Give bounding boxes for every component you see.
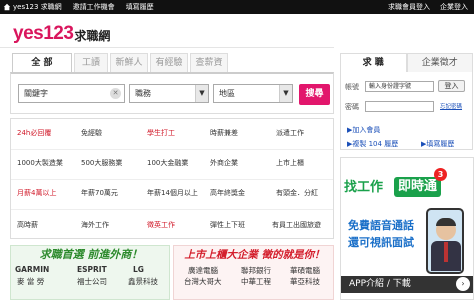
tab-parttime[interactable]: 工讀 <box>74 53 108 73</box>
category-link[interactable]: 時薪兼差 <box>210 128 238 138</box>
category-link[interactable]: 派遣工作 <box>276 128 304 138</box>
logo-brand: yes123 <box>13 23 74 44</box>
category-link[interactable]: 有員工出國旅遊 <box>272 220 321 230</box>
home-link[interactable]: yes123 求職網 <box>3 2 73 12</box>
clear-icon[interactable]: ✕ <box>110 88 121 99</box>
ad-company[interactable]: 台灣大哥大 <box>184 276 222 287</box>
person-hair <box>436 218 456 226</box>
category-link[interactable]: 1000大製造業 <box>17 158 63 168</box>
tab-jobseeker[interactable]: 求 職 <box>340 53 407 73</box>
category-link[interactable]: 年薪70萬元 <box>81 188 118 198</box>
phone-illustration <box>426 208 464 274</box>
ad-company[interactable]: GARMIN <box>15 265 49 274</box>
person-tie <box>444 242 448 262</box>
category-select[interactable]: 職務 ▼ <box>129 84 209 103</box>
divider <box>11 149 333 150</box>
tab-experienced[interactable]: 有經驗 <box>150 53 188 73</box>
ad-company[interactable]: 福士公司 <box>77 276 107 287</box>
divider <box>11 179 333 180</box>
forgot-password-link[interactable]: 忘記密碼 <box>440 102 462 110</box>
category-link[interactable]: 徵英工作 <box>147 220 175 230</box>
tab-fresh[interactable]: 新鮮人 <box>110 53 148 73</box>
category-link[interactable]: 上市上櫃 <box>276 158 304 168</box>
app-download-text: APP介紹 / 下載 <box>349 279 411 289</box>
ad-company[interactable]: LG <box>133 265 144 274</box>
login-tabs: 求 職 企業徵才 <box>340 53 473 73</box>
login-button[interactable]: 登入 <box>438 80 465 92</box>
tab-all[interactable]: 全 部 <box>12 53 72 73</box>
category-link[interactable]: 學生打工 <box>147 128 175 138</box>
foreign-company-ad[interactable]: 求職首選 前進外商！ GARMIN ESPRIT LG 麥 當 勞 福士公司 鑫… <box>10 245 170 300</box>
banner-line2: 還可視訊面試 <box>348 236 414 249</box>
password-label: 密碼 <box>345 103 359 111</box>
ad-title: 求職首選 前進外商！ <box>39 248 143 261</box>
brand-link[interactable]: yes123 求職網 <box>13 2 62 12</box>
ad-title: 上市上櫃大企業 徵的就是你！ <box>184 249 325 261</box>
top-bar: yes123 求職網 邀請工作機會 填寫履歷 求職會員登入 企業登入 <box>0 0 474 14</box>
area-text: 地區 <box>219 89 235 98</box>
password-input[interactable] <box>365 101 434 112</box>
ad-company[interactable]: 廣達電腦 <box>188 265 218 276</box>
category-link[interactable]: 海外工作 <box>81 220 109 230</box>
copy-104-resume-link[interactable]: ▶複製 104 履歷 <box>347 139 398 149</box>
ad-area: 求職首選 前進外商！ GARMIN ESPRIT LG 麥 當 勞 福士公司 鑫… <box>10 245 334 300</box>
company-login-link[interactable]: 企業登入 <box>440 2 468 12</box>
category-link[interactable]: 24h必回覆 <box>17 128 51 138</box>
search-button[interactable]: 搜尋 <box>299 84 330 105</box>
search-tabs: 全 部 工讀 新鮮人 有經驗 查薪資 <box>12 53 230 73</box>
category-link[interactable]: 高年終獎金 <box>210 188 245 198</box>
ad-company[interactable]: 中華工程 <box>241 276 271 287</box>
area-select[interactable]: 地區 ▼ <box>213 84 293 103</box>
listed-company-ad[interactable]: 上市上櫃大企業 徵的就是你！ 廣達電腦 聯邦銀行 華碩電腦 台灣大哥大 中華工程… <box>173 245 334 300</box>
fill-resume-link[interactable]: ▶填寫履歷 <box>421 139 454 149</box>
app-download-link[interactable]: APP介紹 / 下載 › <box>341 276 473 293</box>
ad-company[interactable]: 聯邦銀行 <box>241 265 271 276</box>
category-link[interactable]: 有頭金．分紅 <box>276 188 318 198</box>
notification-badge: 3 <box>434 168 447 181</box>
category-grid: 24h必回覆 免經驗 學生打工 時薪兼差 派遣工作 1000大製造業 500大服… <box>10 118 334 239</box>
category-text: 職務 <box>135 89 151 98</box>
banner-instant: 即時通 <box>394 177 441 197</box>
category-link[interactable]: 500大服務業 <box>81 158 122 168</box>
banner-find-job: 找工作 <box>344 180 384 195</box>
app-banner[interactable]: 找工作 即時通 3 免費語音通話 還可視訊面試 APP介紹 / 下載 › <box>340 157 474 300</box>
tab-employer[interactable]: 企業徵才 <box>406 53 473 73</box>
divider <box>11 209 333 210</box>
keyword-text: 關鍵字 <box>24 89 48 98</box>
category-link[interactable]: 彈性上下班 <box>210 220 245 230</box>
category-link[interactable]: 100大金融業 <box>147 158 188 168</box>
home-icon <box>3 3 11 11</box>
account-input[interactable]: 輸入身份證字號 <box>365 81 434 92</box>
site-logo[interactable]: yes123 求職網 <box>13 22 110 44</box>
login-panel: 帳號 輸入身份證字號 登入 密碼 忘記密碼 ▶加入會員 ▶複製 104 履歷 ▶… <box>340 72 473 150</box>
category-link[interactable]: 年薪14個月以上 <box>147 188 198 198</box>
invite-jobs-link[interactable]: 邀請工作機會 <box>73 2 115 12</box>
tab-salary[interactable]: 查薪資 <box>190 53 228 73</box>
ad-company[interactable]: ESPRIT <box>77 265 107 274</box>
fill-resume-link[interactable]: 填寫履歷 <box>126 2 154 12</box>
chevron-down-icon: ▼ <box>279 85 292 102</box>
logo-suffix: 求職網 <box>74 29 111 43</box>
ad-company[interactable]: 華亞科技 <box>290 276 320 287</box>
divider <box>0 47 334 48</box>
ad-company[interactable]: 鑫景科技 <box>128 276 158 287</box>
banner-line1: 免費語音通話 <box>348 219 414 232</box>
account-label: 帳號 <box>345 83 359 91</box>
join-member-link[interactable]: ▶加入會員 <box>347 125 380 135</box>
keyword-input[interactable]: 關鍵字 ✕ <box>18 84 125 103</box>
search-panel: 關鍵字 ✕ 職務 ▼ 地區 ▼ 搜尋 <box>10 72 334 114</box>
chevron-down-icon: ▼ <box>195 85 208 102</box>
ad-company[interactable]: 華碩電腦 <box>290 265 320 276</box>
member-login-link[interactable]: 求職會員登入 <box>388 2 430 12</box>
category-link[interactable]: 外商企業 <box>210 158 238 168</box>
arrow-right-icon: › <box>456 277 470 291</box>
category-link[interactable]: 免經驗 <box>81 128 102 138</box>
ad-company[interactable]: 麥 當 勞 <box>17 276 44 287</box>
category-link[interactable]: 月薪4萬以上 <box>17 188 56 198</box>
category-link[interactable]: 高時薪 <box>17 220 38 230</box>
